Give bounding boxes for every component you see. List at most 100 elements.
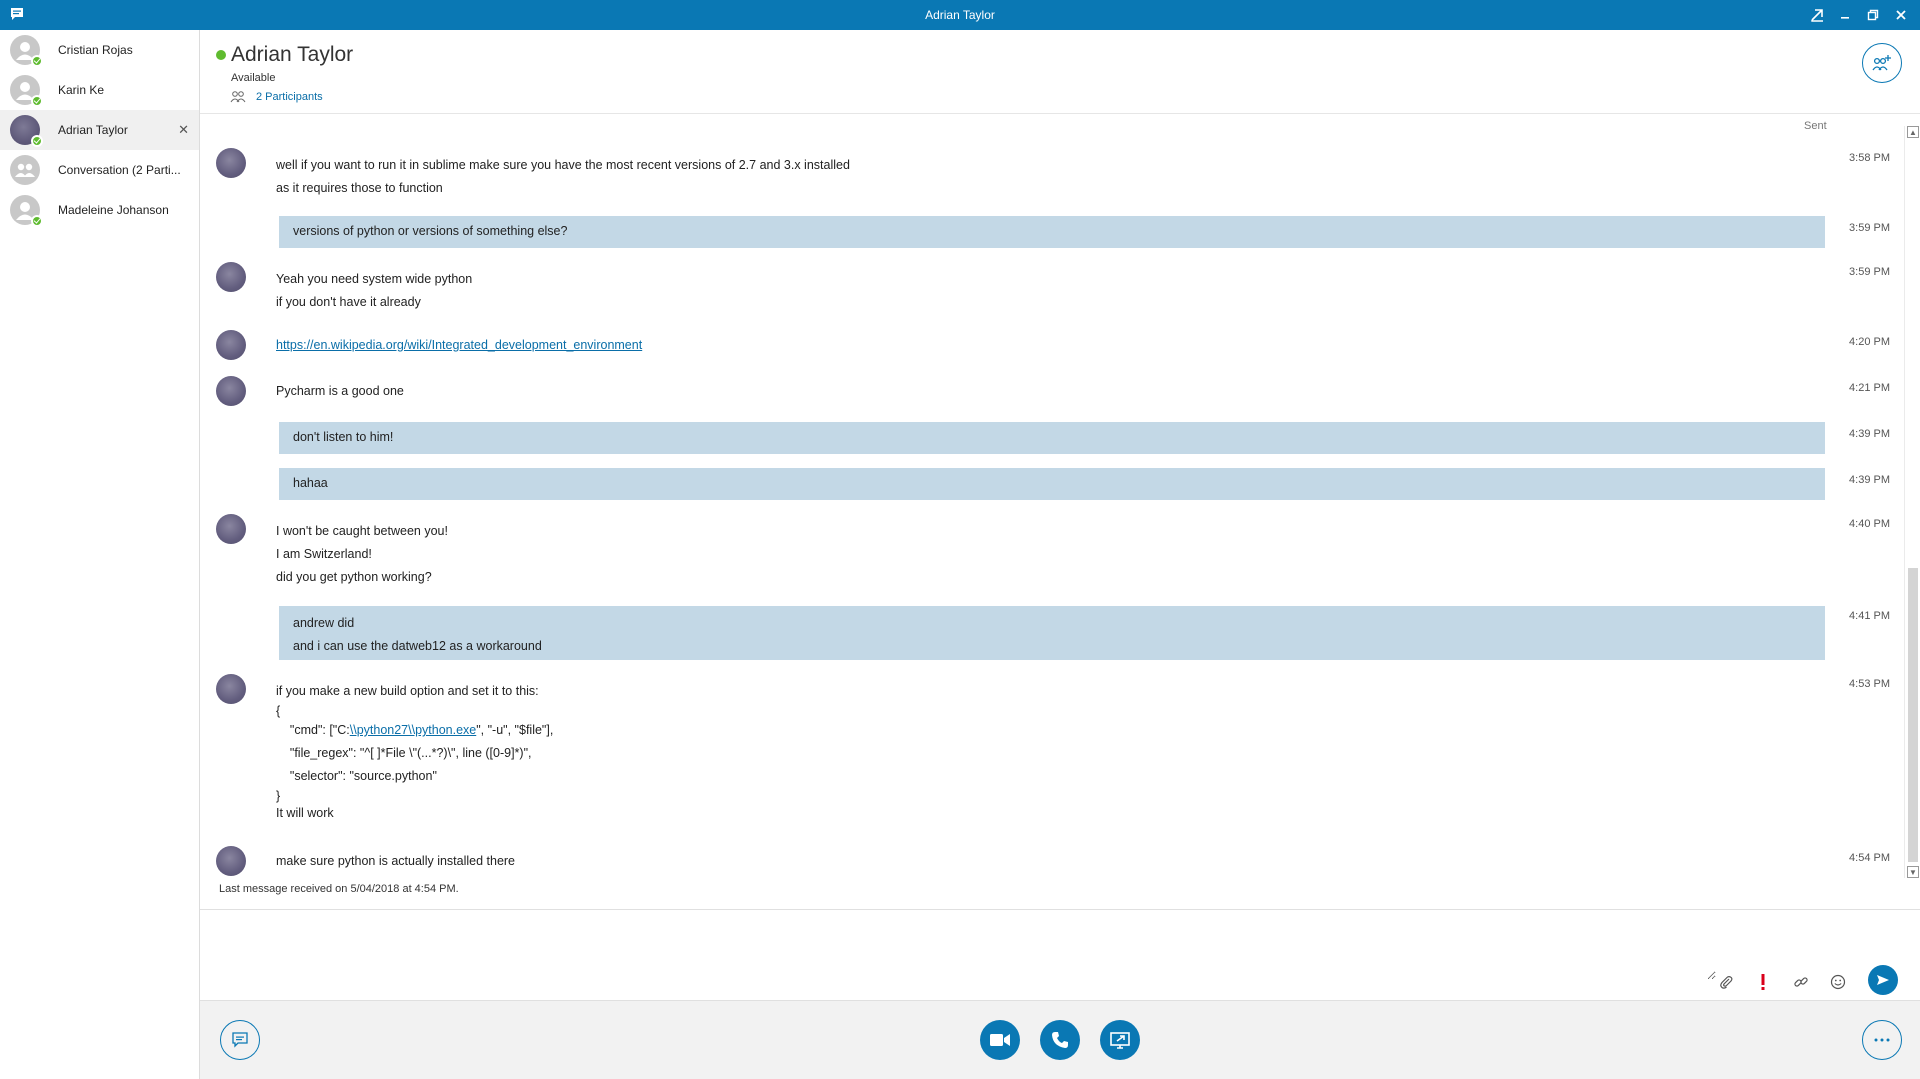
im-button[interactable]: [220, 1020, 260, 1060]
video-call-button[interactable]: [980, 1020, 1020, 1060]
participants-link[interactable]: 2 Participants: [256, 91, 323, 103]
chat-icon: [232, 1032, 248, 1048]
message-bubble: make sure python is actually installed t…: [262, 846, 1808, 878]
message-input[interactable]: [216, 920, 1716, 980]
message-time: 4:20 PM: [1849, 336, 1890, 348]
scroll-thumb[interactable]: [1908, 568, 1918, 862]
message-line: hahaa: [293, 476, 328, 490]
conversation-name: Karin Ke: [58, 83, 105, 97]
contact-name: Adrian Taylor: [231, 43, 354, 66]
importance-button[interactable]: [1749, 968, 1777, 996]
close-window-button[interactable]: [1890, 4, 1912, 26]
conversation-name: Madeleine Johanson: [58, 203, 169, 217]
add-people-button[interactable]: [1862, 43, 1902, 83]
message-bubble: versions of python or versions of someth…: [279, 216, 1825, 248]
message-bubble: hahaa: [279, 468, 1825, 500]
message-time: 3:59 PM: [1849, 222, 1890, 234]
presence-available-icon: [31, 135, 43, 147]
attach-button[interactable]: [1712, 968, 1740, 996]
message-line: Yeah you need system wide python: [276, 272, 473, 286]
conversation-header: Adrian Taylor Available 2 Participants: [200, 30, 1920, 114]
conversation-list: Cristian Rojas Karin Ke Adrian Taylor ✕ …: [0, 30, 200, 1079]
sender-avatar: [216, 330, 246, 360]
message-line: did you get python working?: [276, 570, 432, 584]
restore-icon: [1867, 9, 1879, 21]
conversation-name: Conversation (2 Parti...: [58, 163, 181, 177]
presence-available-icon: [31, 55, 43, 67]
avatar: [10, 155, 40, 185]
message-line: I am Switzerland!: [276, 547, 372, 561]
avatar: [10, 115, 43, 147]
scroll-up-icon[interactable]: ▲: [1907, 126, 1919, 138]
message-bubble: I won't be caught between you! I am Swit…: [262, 514, 1808, 592]
message-line: well if you want to run it in sublime ma…: [276, 158, 850, 172]
message-bubble: Yeah you need system wide python if you …: [262, 262, 1808, 316]
conversation-item-adrian-taylor[interactable]: Adrian Taylor ✕: [0, 110, 199, 150]
message-bubble: don't listen to him!: [279, 422, 1825, 454]
message-link[interactable]: https://en.wikipedia.org/wiki/Integrated…: [276, 338, 642, 352]
sender-avatar: [216, 514, 246, 544]
message-time: 4:21 PM: [1849, 382, 1890, 394]
conversation-item-karin-ke[interactable]: Karin Ke: [0, 70, 199, 110]
more-options-button[interactable]: [1862, 1020, 1902, 1060]
message-line: if you don't have it already: [276, 295, 421, 309]
sender-avatar: [216, 846, 246, 876]
send-button[interactable]: [1868, 965, 1898, 995]
present-screen-icon: [1110, 1032, 1130, 1049]
message-scrollbar[interactable]: ▲ ▼: [1904, 126, 1920, 878]
contact-status: Available: [231, 72, 276, 84]
group-icon: [15, 163, 35, 177]
more-options-icon: [1874, 1038, 1890, 1042]
conversation-item-madeleine-johanson[interactable]: Madeleine Johanson: [0, 190, 199, 230]
restore-button[interactable]: [1862, 4, 1884, 26]
message-line: andrew did: [293, 616, 355, 630]
paperclip-icon: [1720, 976, 1733, 989]
pop-out-button[interactable]: [1806, 4, 1828, 26]
minimize-icon: [1841, 17, 1849, 19]
avatar: [10, 75, 43, 107]
conversation-item-group[interactable]: Conversation (2 Parti...: [0, 150, 199, 190]
sender-avatar: [216, 262, 246, 292]
exclamation-icon: [1761, 974, 1765, 990]
conversation-name: Adrian Taylor: [58, 123, 128, 137]
message-line: {: [276, 704, 281, 718]
minimize-button[interactable]: [1834, 4, 1856, 26]
message-bubble: https://en.wikipedia.org/wiki/Integrated…: [262, 330, 1808, 362]
message-time: 4:39 PM: [1849, 428, 1890, 440]
code-link[interactable]: \\python27\\python.exe: [350, 723, 476, 737]
message-bubble: well if you want to run it in sublime ma…: [262, 148, 1808, 202]
presence-available-icon: [216, 50, 226, 60]
present-button[interactable]: [1100, 1020, 1140, 1060]
code-line: "file_regex": "^[ ]*File \"(...*?)\", li…: [276, 746, 532, 760]
emoticon-button[interactable]: [1824, 968, 1852, 996]
message-line: Pycharm is a good one: [276, 384, 404, 398]
message-bubble: Pycharm is a good one: [262, 376, 1808, 408]
conversation-item-cristian-rojas[interactable]: Cristian Rojas: [0, 30, 199, 70]
conversation-name: Cristian Rojas: [58, 43, 133, 57]
scroll-down-icon[interactable]: ▼: [1907, 866, 1919, 878]
video-icon: [990, 1034, 1010, 1046]
participants-icon[interactable]: [230, 90, 246, 104]
message-time: 3:58 PM: [1849, 152, 1890, 164]
audio-call-button[interactable]: [1040, 1020, 1080, 1060]
sender-avatar: [216, 148, 246, 178]
message-history: Sent well if you want to run it in subli…: [200, 114, 1900, 878]
message-line: make sure python is actually installed t…: [276, 854, 516, 868]
message-line: and i can use the datweb12 as a workarou…: [293, 639, 542, 653]
code-line: "selector": "source.python": [276, 769, 437, 783]
message-composer: [200, 909, 1920, 1000]
add-people-icon: [1872, 55, 1891, 71]
message-bubble: andrew did and i can use the datweb12 as…: [279, 606, 1825, 660]
message-time: 4:53 PM: [1849, 678, 1890, 690]
last-received-notice: Last message received on 5/04/2018 at 4:…: [219, 883, 459, 895]
message-time: 4:54 PM: [1849, 852, 1890, 864]
code-line: "cmd": ["C:\\python27\\python.exe", "-u"…: [276, 719, 1794, 742]
link-icon: [1794, 977, 1808, 987]
pop-out-icon: [1811, 9, 1823, 22]
code-text: ", "-u", "$file"],: [476, 723, 554, 737]
title-bar: Adrian Taylor: [0, 0, 1920, 30]
message-time: 4:39 PM: [1849, 474, 1890, 486]
presence-available-icon: [31, 215, 43, 227]
close-conversation-icon[interactable]: ✕: [178, 122, 189, 138]
insert-link-button[interactable]: [1787, 968, 1815, 996]
